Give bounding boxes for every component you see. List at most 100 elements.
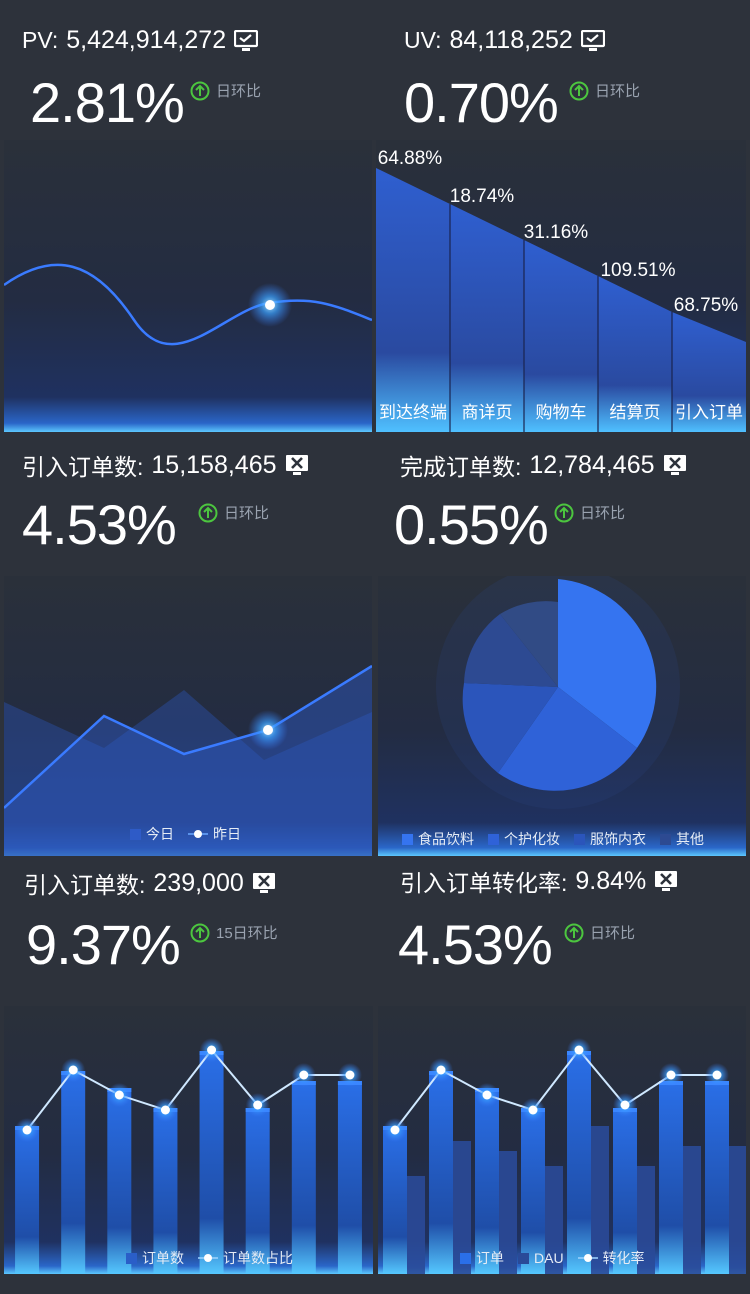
legend-item-care[interactable]: 个护化妆 [488, 829, 560, 849]
legend-item-orders[interactable]: 订单数 [126, 1248, 184, 1268]
legend-item-order-share[interactable]: 订单数占比 [198, 1248, 293, 1268]
orders-done-label: 完成订单数: [400, 454, 522, 480]
conv-rate-value: 9.84% [575, 866, 647, 895]
legend-line-marker [198, 1254, 218, 1262]
bar-main [705, 1081, 729, 1274]
legend-item-food[interactable]: 食品饮料 [402, 829, 474, 849]
uv-compare: 日环比 [569, 80, 640, 101]
broken-monitor-icon[interactable] [252, 872, 276, 894]
rate-point [114, 1090, 124, 1100]
conv-rate-compare-label: 日环比 [590, 925, 636, 942]
conv-rate-combo-chart [383, 1038, 746, 1274]
funnel-bar [376, 168, 450, 432]
bar-main [199, 1051, 224, 1274]
uv-funnel-chart: 到达终端 商详页 购物车 结算页 引入订单 64.88% 18.74% 31.16% 109.5… [376, 148, 746, 432]
rate-point [528, 1105, 538, 1115]
orders-in-header: 引入订单数: 15,158,465 [22, 448, 309, 482]
legend-label: DAU [534, 1250, 564, 1266]
legend-item-orders[interactable]: 订单 [460, 1248, 504, 1268]
bar-secondary [683, 1146, 701, 1274]
legend-label: 食品饮料 [418, 831, 474, 847]
pv-header: PV: 5,424,914,272 [22, 26, 259, 55]
monitor-icon[interactable] [234, 29, 259, 52]
rate-point [253, 1100, 263, 1110]
funnel-category-label: 商详页 [462, 403, 513, 422]
rate-point [22, 1125, 32, 1135]
legend-line-marker [188, 830, 208, 838]
legend-item-yesterday[interactable]: 昨日 [188, 824, 241, 844]
funnel-bar [450, 204, 524, 432]
pv-point [265, 300, 275, 310]
funnel-value-label: 31.16% [524, 222, 589, 243]
bar-secondary [407, 1176, 425, 1274]
pv-panel: PV: 5,424,914,272 2.81% 日环比 [0, 0, 372, 432]
orders-in-value: 15,158,465 [151, 450, 277, 479]
orders-in2-label: 引入订单数: [24, 872, 146, 898]
rate-point [666, 1070, 676, 1080]
orders-in2-compare-label: 15日环比 [216, 925, 278, 942]
bar-main [429, 1071, 453, 1274]
legend-label: 服饰内衣 [590, 831, 646, 847]
bar-main [337, 1081, 362, 1274]
legend-item-other[interactable]: 其他 [660, 829, 704, 849]
orders-done-legend: 食品饮料 个护化妆 服饰内衣 其他 [402, 829, 704, 849]
uv-header: UV: 84,118,252 [404, 26, 605, 55]
arrow-up-icon [554, 503, 574, 522]
legend-line-marker [577, 1254, 598, 1262]
rate-point [390, 1125, 400, 1135]
legend-swatch [130, 828, 141, 840]
rate-point [712, 1070, 722, 1080]
uv-compare-label: 日环比 [595, 83, 641, 100]
orders-in2-legend: 订单数 订单数占比 [126, 1248, 293, 1268]
monitor-icon[interactable] [580, 29, 605, 52]
rate-point [68, 1065, 78, 1075]
legend-label: 转化率 [602, 1250, 645, 1266]
conv-rate-legend: 订单 DAU 转化率 [460, 1248, 645, 1268]
funnel-category-label: 结算页 [610, 403, 661, 422]
arrow-up-icon [190, 81, 210, 100]
pv-compare: 日环比 [190, 80, 261, 101]
legend-swatch [126, 1252, 137, 1264]
legend-swatch [460, 1252, 471, 1264]
orders-in-percent: 4.53% [22, 493, 177, 556]
conv-rate-header: 引入订单转化率: 9.84% [400, 864, 678, 898]
rate-point [482, 1090, 492, 1100]
orders-in2-compare: 15日环比 [190, 922, 278, 943]
legend-swatch [518, 1252, 529, 1264]
orders-done-compare: 日环比 [554, 502, 625, 523]
broken-monitor-icon[interactable] [654, 870, 678, 892]
orders-in2-combo-chart [15, 1038, 362, 1274]
legend-swatch [660, 833, 671, 845]
orders-in2-panel: 引入订单数: 239,000 9.37% 15日环比 订单数 订单数占比 [0, 856, 373, 1274]
broken-monitor-icon[interactable] [285, 454, 309, 476]
legend-item-today[interactable]: 今日 [130, 824, 174, 844]
rate-point [207, 1045, 217, 1055]
arrow-up-icon [564, 923, 584, 942]
legend-label: 订单数占比 [223, 1250, 293, 1266]
broken-monitor-icon[interactable] [663, 454, 687, 476]
legend-item-clothes[interactable]: 服饰内衣 [574, 829, 646, 849]
legend-swatch [402, 833, 413, 845]
bar-main [15, 1126, 40, 1274]
bar-main [567, 1051, 591, 1274]
legend-item-conversion[interactable]: 转化率 [577, 1248, 645, 1268]
rate-point [299, 1070, 309, 1080]
funnel-value-label: 68.75% [674, 295, 739, 316]
pv-value: 5,424,914,272 [66, 26, 227, 54]
conv-rate-compare: 日环比 [564, 922, 635, 943]
orders-done-compare-label: 日环比 [580, 505, 626, 522]
uv-percent: 0.70% [404, 71, 559, 134]
legend-item-dau[interactable]: DAU [518, 1248, 564, 1268]
funnel-value-label: 64.88% [378, 148, 443, 169]
orders-done-header: 完成订单数: 12,784,465 [400, 448, 687, 482]
orders-in-compare: 日环比 [198, 502, 269, 523]
bar-main [659, 1081, 683, 1274]
funnel-category-label: 引入订单 [675, 403, 743, 422]
bar-secondary [729, 1146, 746, 1274]
bar-main [291, 1081, 316, 1274]
orders-done-value: 12,784,465 [529, 450, 655, 479]
orders-in-area-chart [4, 664, 372, 856]
arrow-up-icon [198, 503, 218, 522]
rate-point [574, 1045, 584, 1055]
orders-in2-value: 239,000 [153, 868, 244, 897]
